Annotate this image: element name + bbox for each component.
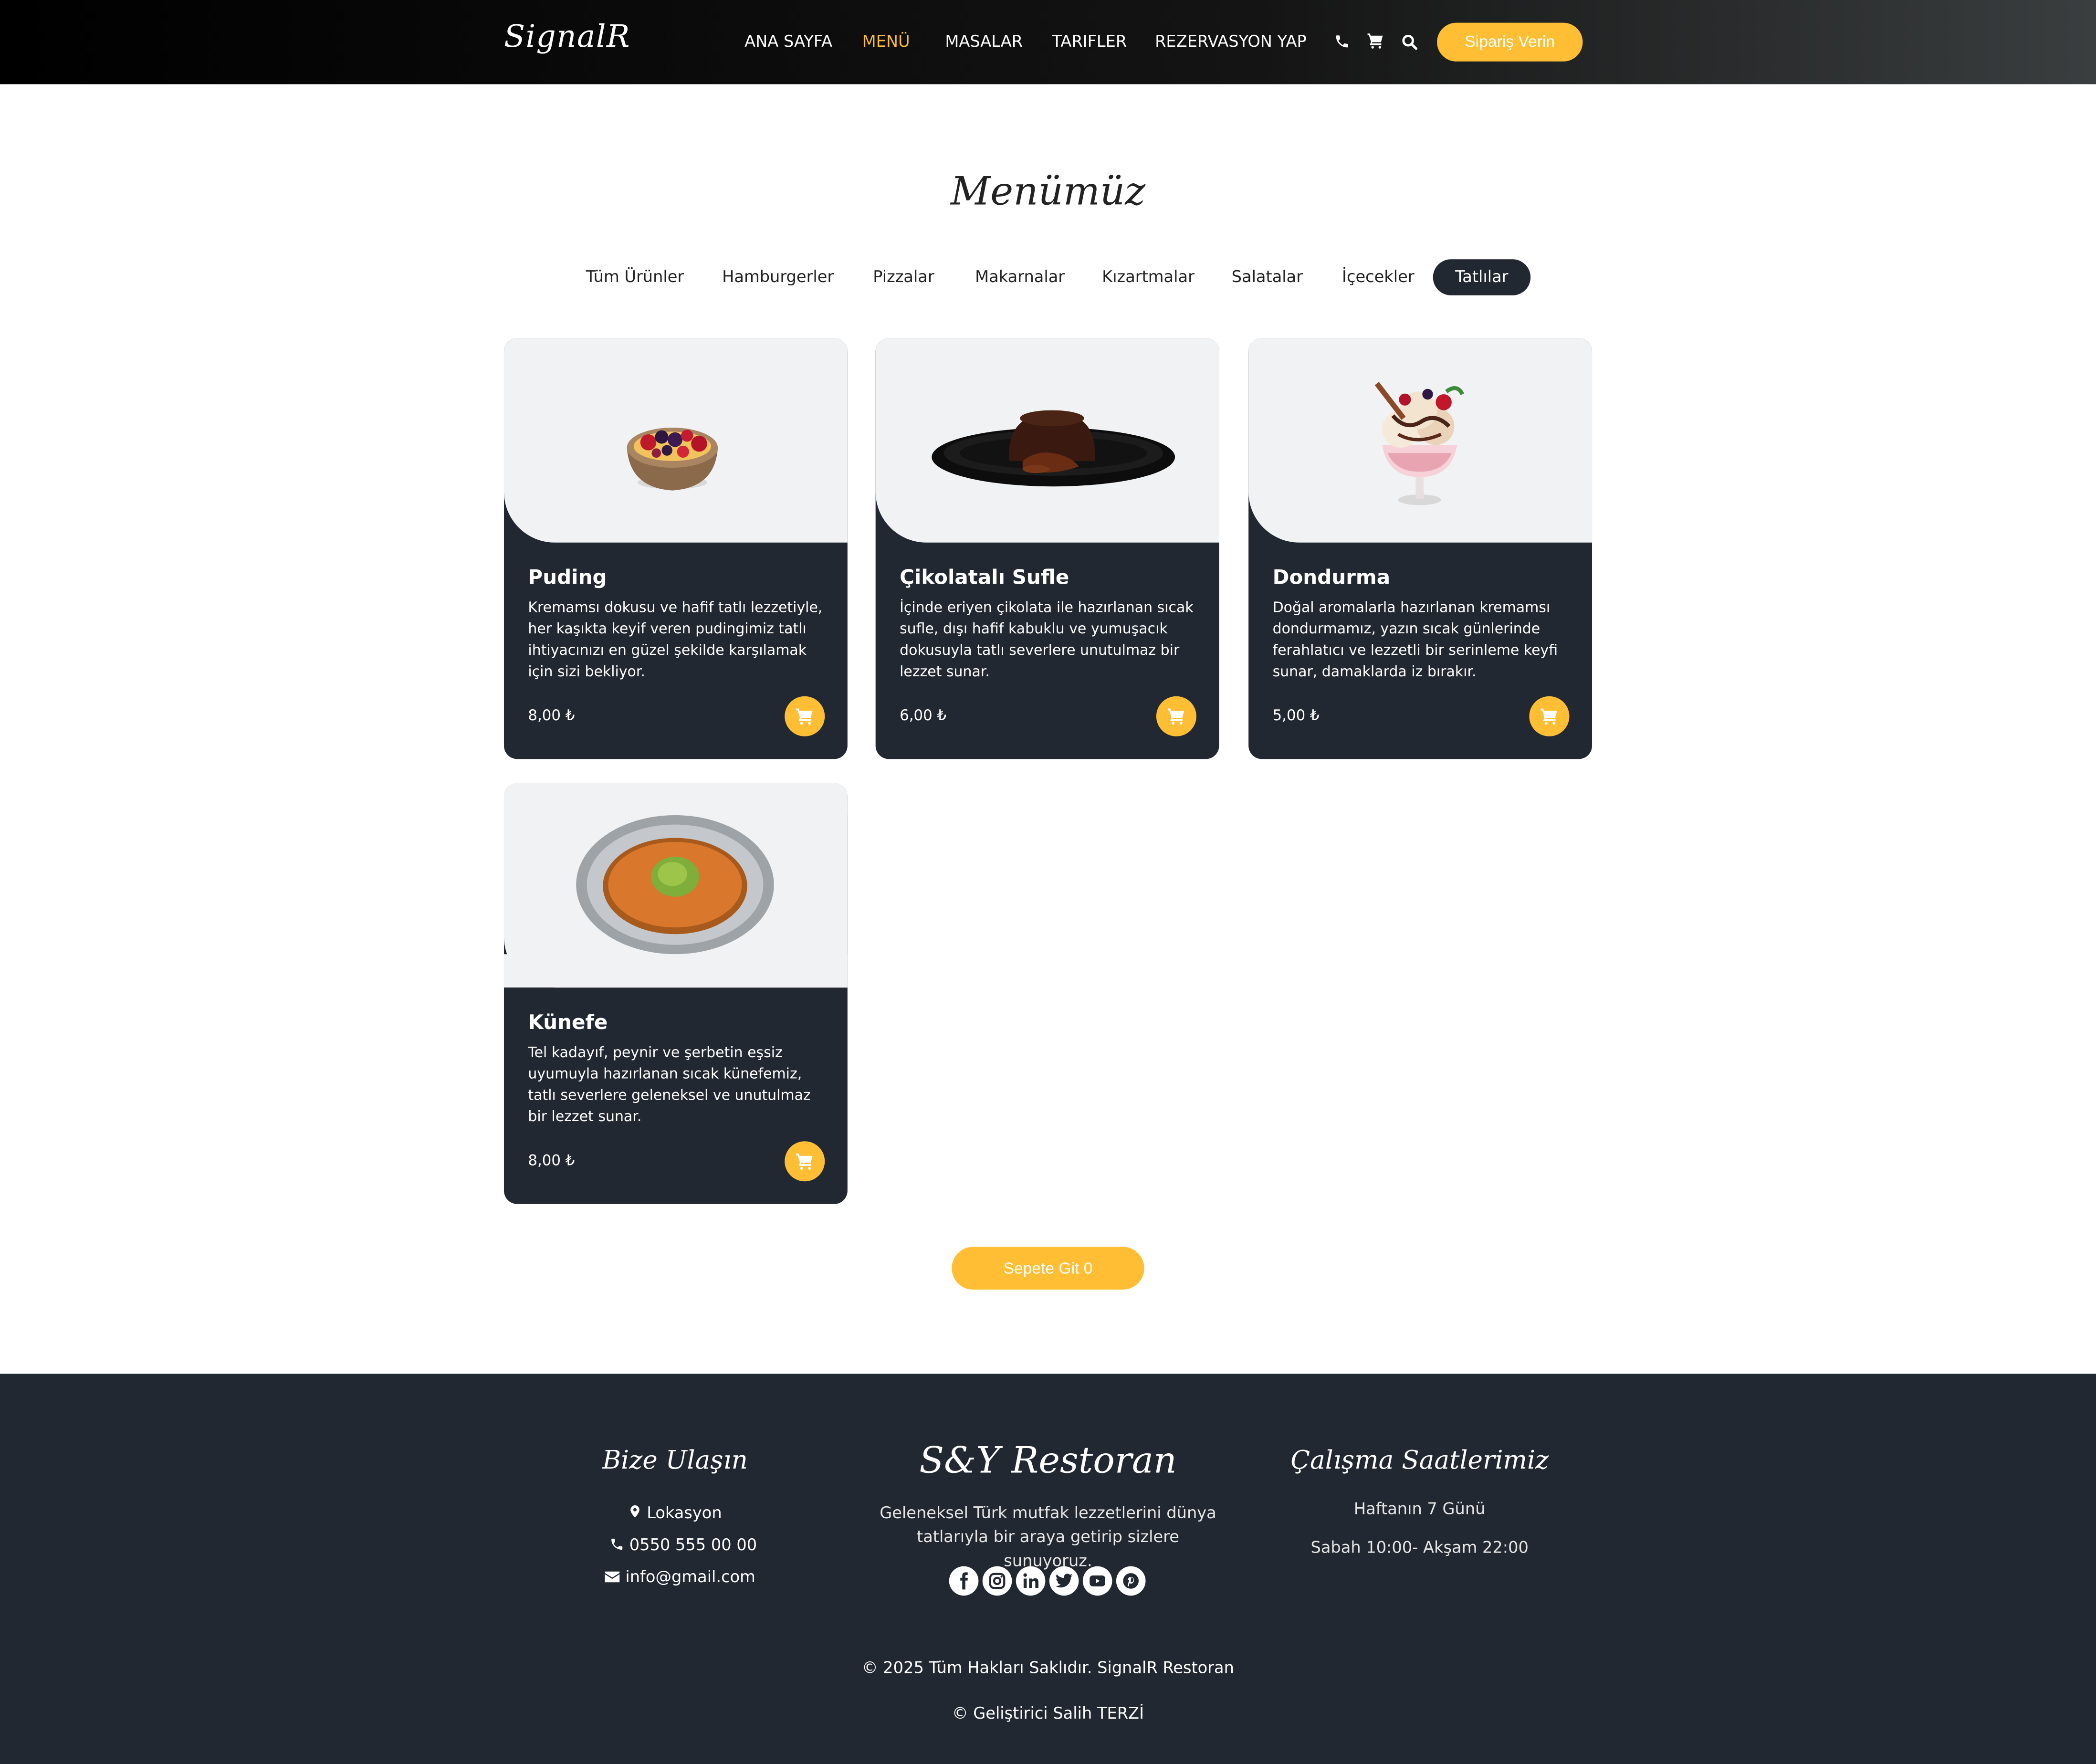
menu-item-card: Çikolatalı Sufle İçinde eriyen çikolata … [875,338,1219,759]
filter-salads[interactable]: Salatalar [1227,259,1307,295]
developer-credit: © Geliştirici Salih TERZİ [952,1704,1144,1723]
pinterest-icon[interactable] [1116,1566,1146,1596]
footer: Bize Ulaşın Lokasyon 0550 555 00 00 info… [0,1374,2096,1764]
cart-icon [796,708,813,725]
facebook-icon[interactable] [949,1566,979,1596]
cart-icon [1541,708,1557,725]
menu-item-card: Künefe Tel kadayıf, peynir ve şerbetin e… [503,783,848,1204]
instagram-icon[interactable] [982,1566,1012,1596]
logo[interactable]: SignalR [504,20,630,55]
location-link[interactable]: Lokasyon [628,1503,722,1522]
phone-icon [611,1538,623,1550]
twitter-icon[interactable] [1049,1566,1079,1596]
nav-recipes[interactable]: TARIFLER [1052,32,1127,51]
pudding-bowl-image [503,338,848,543]
cart-icon[interactable] [1366,30,1385,53]
menu-item-description: Doğal aromalarla hazırlanan kremamsı don… [1272,598,1558,681]
email-link[interactable]: info@gmail.com [604,1567,755,1586]
filter-drinks[interactable]: İçecekler [1334,259,1422,295]
hours-heading: Çalışma Saatlerimiz [1290,1446,1549,1476]
page-title: Menümüz [950,168,1145,214]
map-marker-icon [630,1505,639,1518]
menu-item-card: Dondurma Doğal aromalarla hazırlanan kre… [1248,338,1593,759]
ice-cream-cup-image [1248,338,1593,543]
menu-item-price: 5,00 ₺ [1272,707,1320,724]
brand-heading: S&Y Restoran [919,1440,1177,1482]
page: SignalR ANA SAYFA MENÜ MASALAR TARIFLER … [0,0,2096,1764]
phone-icon[interactable] [1334,30,1352,53]
filter-fries[interactable]: Kızartmalar [1096,259,1200,295]
menu-item-name: Künefe [528,1010,608,1035]
menu-item-name: Puding [528,565,607,589]
menu-item-price: 8,00 ₺ [528,707,575,724]
nav-menu[interactable]: MENÜ [862,32,910,51]
nav-tables[interactable]: MASALAR [945,32,1023,51]
phone-link[interactable]: 0550 555 00 00 [609,1535,757,1554]
top-navbar: SignalR ANA SAYFA MENÜ MASALAR TARIFLER … [0,0,2096,84]
cart-icon [796,1153,813,1170]
menu-item-name: Çikolatalı Sufle [900,565,1069,589]
menu-item-name: Dondurma [1272,565,1391,589]
filter-burgers[interactable]: Hamburgerler [719,259,837,295]
menu-item-description: İçinde eriyen çikolata ile hazırlanan sı… [900,598,1194,681]
location-text: Lokasyon [647,1503,722,1522]
kunefe-plate-image [503,783,848,988]
cart-icon [1167,708,1184,725]
hours-days: Haftanın 7 Günü [1353,1499,1486,1518]
add-to-cart-button[interactable] [1529,696,1570,736]
menu-item-description: Tel kadayıf, peynir ve şerbetin eşsiz uy… [528,1043,811,1125]
nav-home[interactable]: ANA SAYFA [744,32,832,51]
add-to-cart-button[interactable] [785,696,825,736]
filter-all[interactable]: Tüm Ürünler [577,259,692,295]
linkedin-icon[interactable] [1016,1566,1046,1596]
brand-description: Geleneksel Türk mutfak lezzetlerini düny… [880,1503,1216,1570]
search-icon[interactable] [1401,30,1419,53]
filter-desserts[interactable]: Tatlılar [1433,259,1531,295]
menu-item-description: Kremamsı dokusu ve hafif tatlı lezzetiyl… [528,598,823,681]
order-button[interactable]: Sipariş Verin [1437,22,1583,62]
filter-pastas[interactable]: Makarnalar [971,259,1069,295]
add-to-cart-button[interactable] [1156,696,1196,736]
contact-heading: Bize Ulaşın [602,1446,748,1476]
menu-item-card: Puding Kremamsı dokusu ve hafif tatlı le… [503,338,848,759]
phone-text: 0550 555 00 00 [629,1535,757,1554]
hours-time: Sabah 10:00- Akşam 22:00 [1310,1538,1529,1557]
menu-item-price: 8,00 ₺ [528,1152,575,1169]
nav-reservation[interactable]: REZERVASYON YAP [1155,32,1307,51]
filter-pizzas[interactable]: Pizzalar [863,259,943,295]
copyright-text: © 2025 Tüm Hakları Saklıdır. SignalR Res… [862,1658,1234,1677]
youtube-icon[interactable] [1082,1566,1112,1596]
menu-item-price: 6,00 ₺ [900,707,947,724]
go-to-cart-button[interactable]: Sepete Git 0 [952,1247,1144,1290]
email-text: info@gmail.com [625,1567,755,1586]
add-to-cart-button[interactable] [785,1141,825,1182]
envelope-icon [605,1571,620,1583]
chocolate-souffle-image [875,338,1219,543]
